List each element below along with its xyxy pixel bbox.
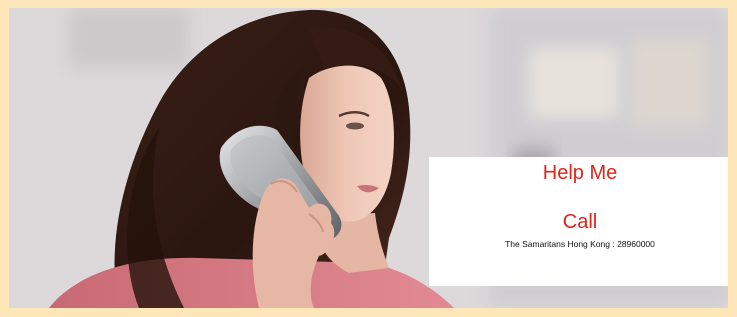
hotline-text: The Samaritans Hong Kong : 28960000 (505, 239, 655, 249)
page-frame: Help Me Call The Samaritans Hong Kong : … (0, 0, 737, 317)
hero-photo: Help Me Call The Samaritans Hong Kong : … (9, 8, 728, 308)
help-title: Help Me (542, 162, 618, 184)
help-message-card: Help Me Call The Samaritans Hong Kong : … (429, 157, 728, 286)
call-label: Call (562, 211, 598, 233)
